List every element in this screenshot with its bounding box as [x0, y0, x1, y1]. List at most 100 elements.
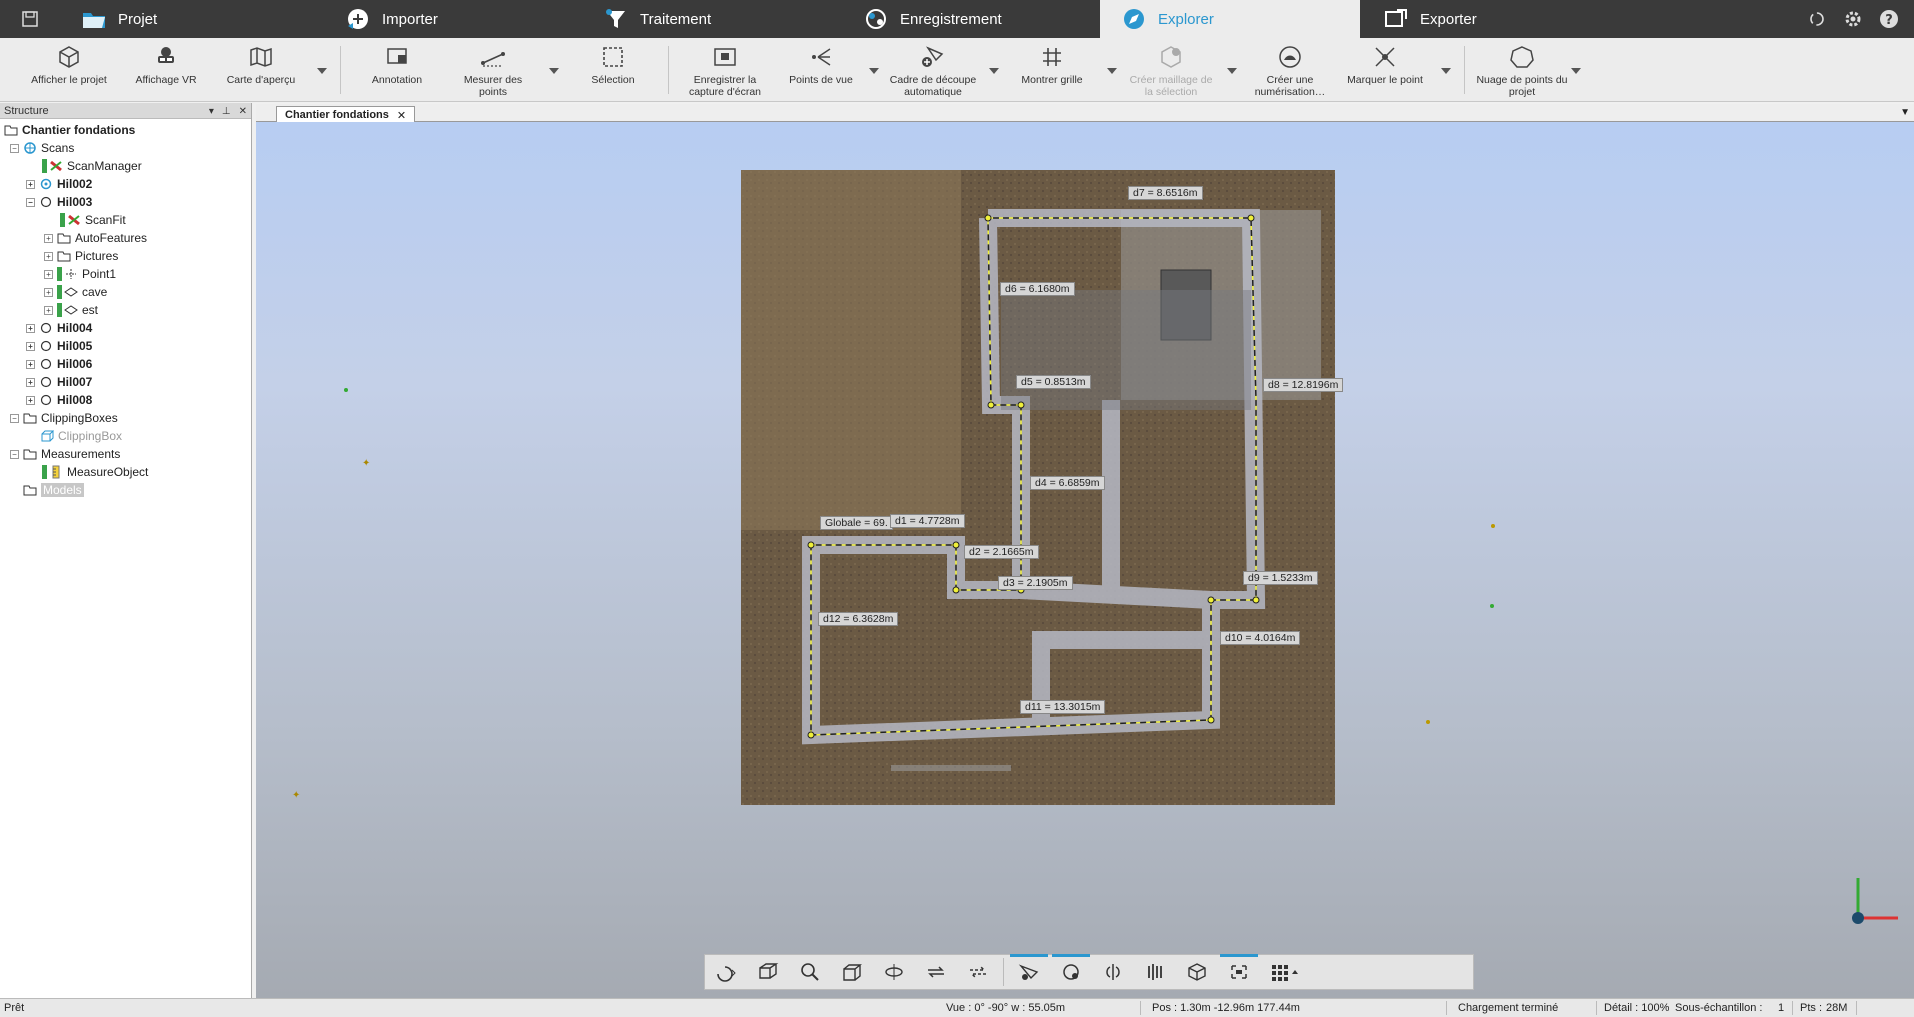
gear-icon[interactable] — [1842, 8, 1864, 30]
chevron-down-icon[interactable]: ▾ — [209, 106, 214, 117]
tab-traitement[interactable]: Traitement — [582, 0, 840, 38]
expand-toggle[interactable]: + — [26, 377, 35, 387]
viewpoints-dropdown[interactable] — [868, 66, 880, 76]
tree-item-models[interactable]: +Models — [10, 481, 84, 499]
scan-position-marker[interactable] — [344, 388, 348, 392]
tree-item-clippingboxes[interactable]: − ClippingBoxes — [10, 409, 118, 427]
measurement-label[interactable]: d8 = 12.8196m — [1263, 378, 1344, 392]
walk-button[interactable] — [915, 954, 957, 990]
tree-item-project[interactable]: Chantier fondations — [4, 121, 135, 139]
tab-enregistrement[interactable]: Enregistrement — [842, 0, 1098, 38]
more-tools-button[interactable] — [1260, 954, 1310, 990]
project-point-cloud-button[interactable]: Nuage de points du projet — [1476, 42, 1568, 100]
clipping-toggle-button[interactable] — [1008, 954, 1050, 990]
tree-item-scanmanager[interactable]: ScanManager — [42, 157, 142, 175]
3d-box-button[interactable] — [1176, 954, 1218, 990]
create-mesh-button[interactable]: Créer maillage de la sélection — [1126, 42, 1216, 100]
measurement-label[interactable]: d1 = 4.7728m — [890, 514, 965, 528]
collapse-toggle[interactable]: − — [10, 143, 19, 153]
tree-item-hil002[interactable]: + Hil002 — [26, 175, 92, 193]
tree-item-point1[interactable]: + Point1 — [44, 265, 116, 283]
viewpoints-button[interactable]: Points de vue — [780, 42, 862, 100]
measurement-label[interactable]: d2 = 2.1665m — [964, 545, 1039, 559]
tree-item-hil004[interactable]: + Hil004 — [26, 319, 92, 337]
3d-viewport[interactable]: d7 = 8.6516m d6 = 6.1680m d5 = 0.8513m d… — [256, 122, 1914, 998]
mark-point-dropdown[interactable] — [1440, 66, 1452, 76]
expand-toggle[interactable]: + — [44, 287, 53, 297]
tab-explorer[interactable]: Explorer — [1100, 0, 1360, 38]
scan-position-marker[interactable]: ✦ — [362, 458, 370, 469]
expand-toggle[interactable]: + — [44, 233, 53, 243]
close-icon[interactable]: ✕ — [239, 106, 247, 117]
tree-item-est[interactable]: + est — [44, 301, 98, 319]
show-project-button[interactable]: Afficher le projet — [26, 42, 112, 100]
measurement-label[interactable]: d3 = 2.1905m — [998, 576, 1073, 590]
tree-item-pictures[interactable]: + Pictures — [44, 247, 118, 265]
mesh-dropdown[interactable] — [1226, 66, 1238, 76]
tree-item-autofeatures[interactable]: + AutoFeatures — [44, 229, 147, 247]
tree-item-measureobject[interactable]: MeasureObject — [42, 463, 148, 481]
clipping-dropdown[interactable] — [988, 66, 1000, 76]
save-button[interactable] — [0, 0, 60, 38]
mark-point-button[interactable]: Marquer le point — [1340, 42, 1430, 100]
pin-icon[interactable]: ⊥ — [222, 106, 231, 117]
vr-view-button[interactable]: Affichage VR — [126, 42, 206, 100]
point-cloud-dropdown[interactable] — [1570, 66, 1582, 76]
tree-item-measurements[interactable]: − Measurements — [10, 445, 120, 463]
fly-button[interactable] — [957, 954, 999, 990]
orbit-button[interactable] — [705, 954, 747, 990]
expand-toggle[interactable]: + — [26, 359, 35, 369]
scan-position-marker[interactable] — [1426, 720, 1430, 724]
measurement-label[interactable]: d9 = 1.5233m — [1243, 571, 1318, 585]
scan-position-marker[interactable] — [1490, 604, 1494, 608]
zoom-button[interactable] — [789, 954, 831, 990]
save-screenshot-button[interactable]: Enregistrer la capture d'écran — [680, 42, 770, 100]
mirror-button[interactable] — [1092, 954, 1134, 990]
overview-map-dropdown[interactable] — [316, 66, 328, 76]
tree-item-hil003[interactable]: − Hil003 — [26, 193, 92, 211]
tree-item-cave[interactable]: + cave — [44, 283, 107, 301]
tab-exporter[interactable]: Exporter — [1362, 0, 1620, 38]
sync-icon[interactable] — [1806, 8, 1828, 30]
tree-item-hil005[interactable]: + Hil005 — [26, 337, 92, 355]
tree-item-scanfit[interactable]: ScanFit — [60, 211, 126, 229]
doc-tab-chantier[interactable]: Chantier fondations ✕ — [276, 106, 416, 123]
expand-toggle[interactable]: + — [44, 305, 53, 315]
measurement-label[interactable]: d10 = 4.0164m — [1220, 631, 1301, 645]
tree-item-scans[interactable]: − Scans — [10, 139, 74, 157]
rotate-button[interactable] — [873, 954, 915, 990]
expand-toggle[interactable]: + — [26, 323, 35, 333]
collapse-toggle[interactable]: − — [26, 197, 35, 207]
expand-toggle[interactable]: + — [26, 179, 35, 189]
annotation-button[interactable]: Annotation — [356, 42, 438, 100]
slice-button[interactable] — [1134, 954, 1176, 990]
create-scan-button[interactable]: Créer une numérisation… — [1250, 42, 1330, 100]
tab-importer[interactable]: Importer — [324, 0, 580, 38]
measurement-label[interactable]: d5 = 0.8513m — [1016, 375, 1091, 389]
scan-position-marker[interactable]: ✦ — [292, 790, 300, 801]
expand-toggle[interactable]: + — [26, 341, 35, 351]
measurement-label[interactable]: d12 = 6.3628m — [818, 612, 899, 626]
expand-toggle[interactable]: + — [44, 251, 53, 261]
tree-item-hil007[interactable]: + Hil007 — [26, 373, 92, 391]
auto-clipping-box-button[interactable]: Cadre de découpe automatique — [886, 42, 980, 100]
measurement-label[interactable]: d6 = 6.1680m — [1000, 282, 1075, 296]
measure-dropdown[interactable] — [548, 66, 560, 76]
scan-position-marker[interactable] — [1491, 524, 1495, 528]
standard-views-button[interactable] — [831, 954, 873, 990]
view-box-button[interactable] — [747, 954, 789, 990]
close-icon[interactable]: ✕ — [397, 109, 406, 122]
measurement-label[interactable]: d7 = 8.6516m — [1128, 186, 1203, 200]
measure-points-button[interactable]: Mesurer des points — [452, 42, 534, 100]
selection-button[interactable]: Sélection — [572, 42, 654, 100]
measurement-label[interactable]: d4 = 6.6859m — [1030, 476, 1105, 490]
tab-projet[interactable]: Projet — [60, 0, 322, 38]
point-density-button[interactable] — [1218, 954, 1260, 990]
measurement-label[interactable]: d11 = 13.3015m — [1020, 700, 1106, 714]
grid-dropdown[interactable] — [1106, 66, 1118, 76]
tree-item-clippingbox[interactable]: ClippingBox — [40, 427, 122, 445]
tree-item-hil006[interactable]: + Hil006 — [26, 355, 92, 373]
expand-toggle[interactable]: + — [26, 395, 35, 405]
overview-map-button[interactable]: Carte d'aperçu — [220, 42, 302, 100]
help-icon[interactable]: ? — [1878, 8, 1900, 30]
